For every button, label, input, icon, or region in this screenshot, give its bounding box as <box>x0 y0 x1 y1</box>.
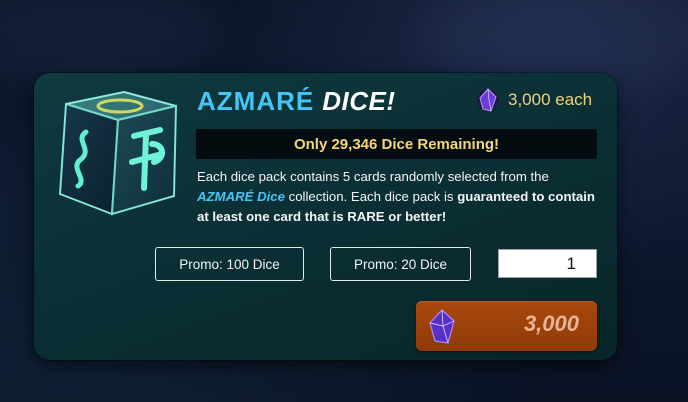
pack-title: AZMARÉ DICE! <box>197 86 396 120</box>
desc-text-1: Each dice pack contains 5 cards randomly… <box>197 169 549 184</box>
promo-20-dice-button[interactable]: Promo: 20 Dice <box>330 247 471 281</box>
quantity-input[interactable] <box>498 249 597 278</box>
title-brand: AZMARÉ <box>197 86 315 116</box>
promo-100-dice-button[interactable]: Promo: 100 Dice <box>155 247 304 281</box>
price-each-label: 3,000 each <box>508 90 593 109</box>
price-each: 3,000 each <box>476 86 592 114</box>
buy-button[interactable]: 3,000 <box>416 301 597 351</box>
azmare-dice-icon <box>58 90 178 216</box>
desc-text-2: collection. Each dice pack is <box>284 189 458 204</box>
dice-remaining-banner: Only 29,346 Dice Remaining! <box>196 129 597 159</box>
title-word: DICE! <box>322 86 396 116</box>
buy-total: 3,000 <box>523 311 579 336</box>
purple-gem-icon <box>429 309 455 344</box>
purple-gem-icon <box>477 88 499 112</box>
pack-description: Each dice pack contains 5 cards randomly… <box>197 167 599 227</box>
desc-brand: AZMARÉ Dice <box>197 189 285 204</box>
